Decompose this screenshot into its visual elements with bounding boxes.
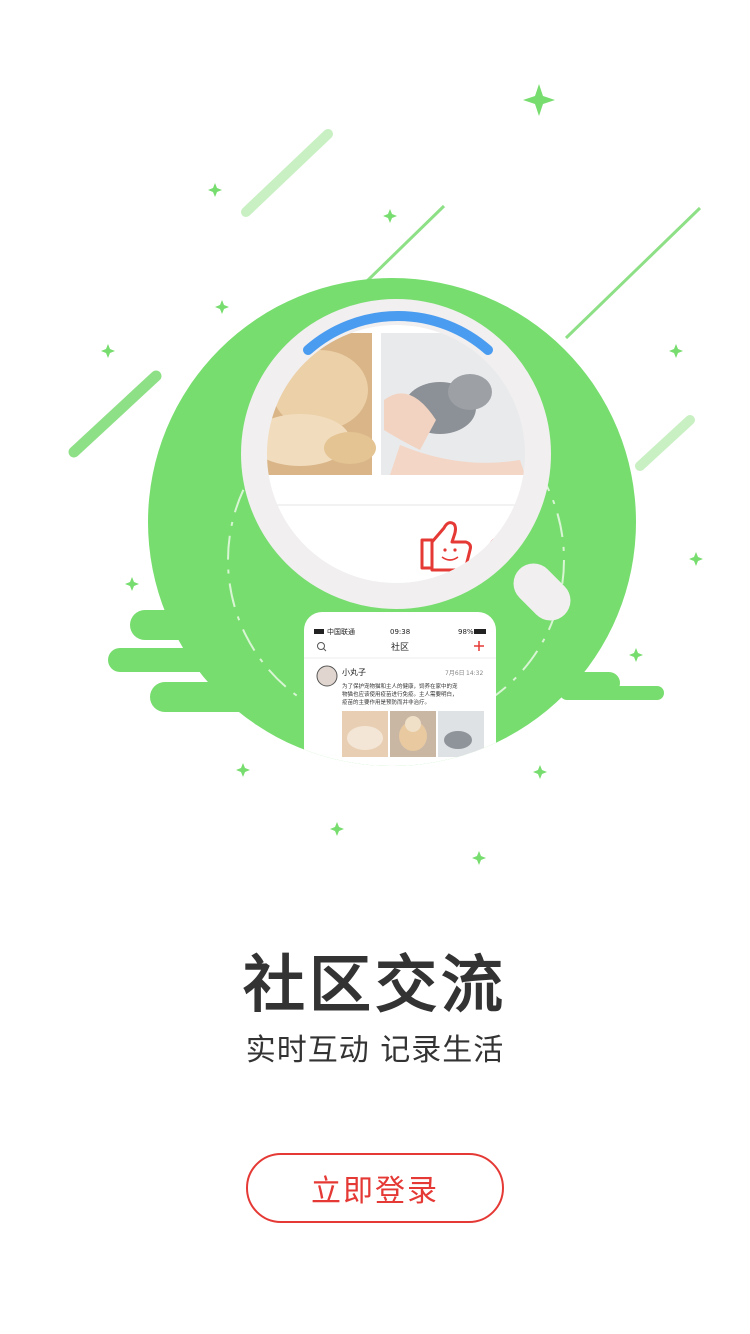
login-button[interactable]: 立即登录 bbox=[246, 1153, 504, 1223]
nav-title: 社区 bbox=[391, 641, 409, 653]
post-date: 7月6日 bbox=[445, 670, 465, 677]
page-subtitle: 实时互动 记录生活 bbox=[245, 1033, 505, 1068]
avatar[interactable] bbox=[316, 665, 338, 687]
onboarding-illustration: 中国联通 09:38 98% 社区 小丸子 7月6日 14:32 为了保护宠物猫… bbox=[68, 84, 703, 865]
post-text-line2: 物猫也应该使用疫苗进行免疫。主人需要明白， bbox=[342, 690, 458, 698]
carrier-text: 中国联通 bbox=[327, 627, 355, 636]
battery-text: 98% bbox=[458, 628, 474, 636]
post-text-line1: 为了保护宠物猫和主人的健康，饲养在家中的宠 bbox=[342, 682, 458, 690]
login-button-label: 立即登录 bbox=[311, 1174, 439, 1209]
time-text: 09:38 bbox=[390, 628, 410, 636]
page-title: 社区交流 bbox=[242, 948, 507, 1021]
post-time: 14:32 bbox=[466, 670, 483, 677]
phone-mockup: 中国联通 09:38 98% 社区 小丸子 7月6日 14:32 为了保护宠物猫… bbox=[304, 612, 496, 766]
post-text-line3: 疫苗的主要作用是预防而并非治疗。 bbox=[342, 698, 430, 706]
post-username: 小丸子 bbox=[342, 667, 366, 677]
